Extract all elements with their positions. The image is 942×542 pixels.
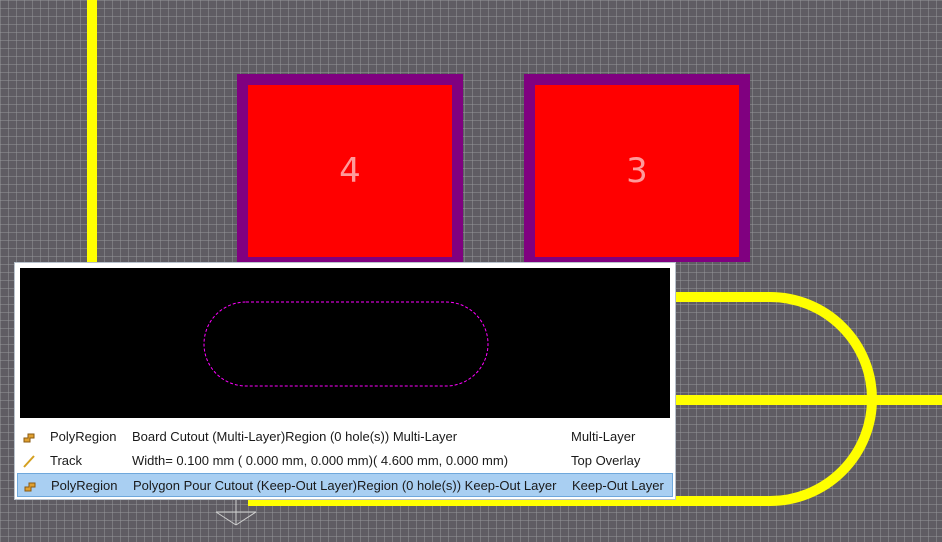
object-row-board-cutout[interactable]: PolyRegion Board Cutout (Multi-Layer)Reg… (17, 425, 673, 449)
pad-4[interactable]: 4 (248, 85, 452, 257)
object-description: Width= 0.100 mm ( 0.000 mm, 0.000 mm)( 4… (132, 453, 509, 468)
object-type: PolyRegion (51, 478, 118, 493)
pad-4-label: 4 (339, 151, 361, 191)
object-layer: Multi-Layer (571, 429, 636, 444)
object-type: PolyRegion (50, 429, 117, 444)
pad-3[interactable]: 3 (535, 85, 739, 257)
object-row-polygon-pour-cutout[interactable]: PolyRegion Polygon Pour Cutout (Keep-Out… (17, 473, 673, 497)
polyregion-icon (24, 482, 36, 492)
board-cutout-outline (203, 301, 489, 387)
object-layer: Top Overlay (571, 453, 641, 468)
object-layer: Keep-Out Layer (572, 478, 664, 493)
object-preview (20, 268, 670, 418)
object-row-track[interactable]: Track Width= 0.100 mm ( 0.000 mm, 0.000 … (17, 449, 673, 473)
cutout-preview-svg (203, 301, 489, 387)
object-description: Polygon Pour Cutout (Keep-Out Layer)Regi… (133, 478, 557, 493)
pad-3-label: 3 (626, 151, 648, 191)
object-list[interactable]: PolyRegion Board Cutout (Multi-Layer)Reg… (17, 425, 673, 497)
track-icon (23, 455, 35, 468)
object-selection-popup[interactable]: PolyRegion Board Cutout (Multi-Layer)Reg… (14, 262, 676, 500)
polyregion-icon (23, 433, 35, 443)
object-type: Track (50, 453, 83, 468)
object-description: Board Cutout (Multi-Layer)Region (0 hole… (132, 429, 458, 444)
